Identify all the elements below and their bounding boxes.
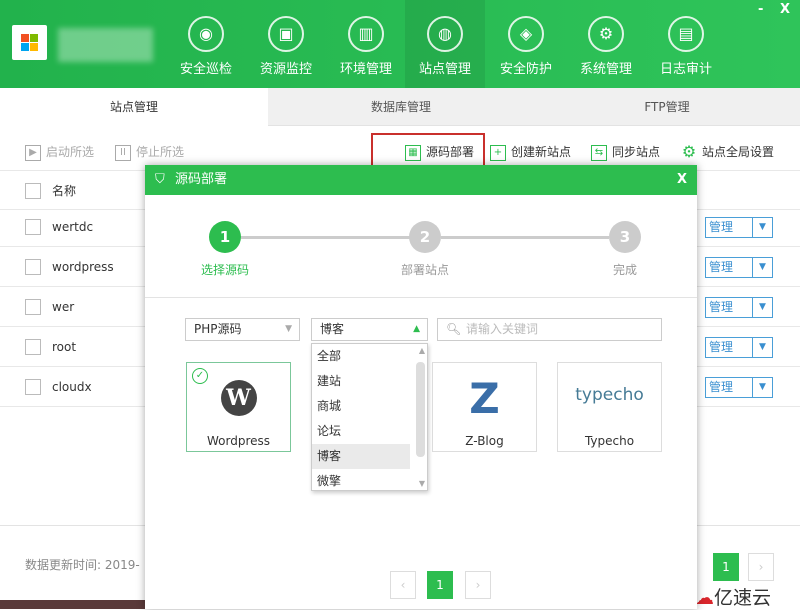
nav-security-inspection[interactable]: ◉ 安全巡检: [166, 0, 246, 88]
play-icon: ▶: [25, 144, 41, 161]
option-weiqing[interactable]: 微擎: [312, 469, 410, 494]
nav-system[interactable]: ⚙ 系统管理: [566, 0, 646, 88]
create-site-button[interactable]: + 创建新站点: [490, 142, 571, 162]
page-1-button[interactable]: 1: [427, 571, 453, 599]
nav-site-management[interactable]: ◍ 站点管理: [405, 0, 485, 88]
cloud-logo-icon: ☁: [695, 587, 714, 609]
chevron-down-icon: ▼: [752, 218, 772, 237]
chevron-down-icon: ▼: [752, 258, 772, 277]
option-blog[interactable]: 博客: [312, 444, 410, 469]
start-selected-button[interactable]: ▶ 启动所选: [25, 142, 94, 162]
zblog-logo-icon: Z: [469, 374, 500, 423]
dialog-close-button[interactable]: X: [677, 165, 687, 195]
plus-icon: +: [490, 144, 506, 161]
option-forum[interactable]: 论坛: [312, 419, 410, 444]
nav-resource-monitor[interactable]: ▣ 资源监控: [246, 0, 326, 88]
document-icon: ▤: [668, 16, 704, 52]
desktop-strip: [0, 600, 145, 609]
shield-icon: ⛉: [155, 172, 165, 187]
nav-environment[interactable]: ▥ 环境管理: [326, 0, 406, 88]
scan-icon: ◉: [188, 16, 224, 52]
step-2: 2 部署站点: [385, 221, 465, 278]
app-card-zblog[interactable]: Z Z-Blog: [432, 362, 537, 452]
stop-selected-button[interactable]: II 停止所选: [115, 142, 184, 162]
option-mall[interactable]: 商城: [312, 394, 410, 419]
row-checkbox[interactable]: [25, 379, 41, 395]
chevron-down-icon: ▼: [752, 378, 772, 397]
step-3: 3 完成: [585, 221, 665, 278]
app-header: ◉ 安全巡检 ▣ 资源监控 ▥ 环境管理 ◍ 站点管理 ◈ 安全防护 ⚙ 系统管理 ▤ 日志审…: [0, 0, 800, 88]
chevron-up-icon: ▲: [413, 324, 420, 334]
monitor-icon: ▣: [268, 16, 304, 52]
prev-page-button[interactable]: ‹: [390, 571, 416, 599]
app-logo: [12, 25, 47, 60]
search-icon: 🔍︎: [446, 322, 462, 336]
step-line: [441, 236, 609, 239]
close-button[interactable]: X: [780, 2, 790, 17]
app-card-wordpress[interactable]: ✓ W Wordpress: [186, 362, 291, 452]
dialog-title: 源码部署: [175, 172, 228, 187]
minimize-button[interactable]: -: [758, 2, 763, 17]
manage-button[interactable]: 管理 ▼: [705, 217, 773, 238]
row-checkbox[interactable]: [25, 259, 41, 275]
page-1-button[interactable]: 1: [713, 553, 739, 581]
settings-monitor-icon: ⚙: [588, 16, 624, 52]
scroll-down-icon: ▼: [418, 479, 425, 488]
next-page-button[interactable]: ›: [748, 553, 774, 581]
check-icon: ✓: [192, 368, 208, 384]
select-all-checkbox[interactable]: [25, 183, 41, 199]
chevron-down-icon: ▼: [752, 298, 772, 317]
pause-icon: II: [115, 144, 131, 161]
row-checkbox[interactable]: [25, 339, 41, 355]
step-1: 1 选择源码: [185, 221, 265, 278]
wordpress-logo-icon: W: [220, 380, 257, 416]
option-site[interactable]: 建站: [312, 369, 410, 394]
tab-site-management[interactable]: 站点管理: [0, 88, 268, 127]
typecho-logo: typecho: [575, 385, 644, 405]
scroll-up-icon: ▲: [418, 346, 425, 355]
option-all[interactable]: 全部: [312, 344, 410, 369]
globe-icon: ◍: [427, 16, 463, 52]
shield-icon: ◈: [508, 16, 544, 52]
category-dropdown: 全部 建站 商城 论坛 博客 微擎 ▲ ▼: [311, 343, 428, 491]
divider: [145, 297, 697, 298]
manage-button[interactable]: 管理 ▼: [705, 337, 773, 358]
dialog-header: ⛉ 源码部署 X: [145, 165, 697, 195]
chevron-down-icon: ▼: [752, 338, 772, 357]
row-checkbox[interactable]: [25, 219, 41, 235]
next-page-button[interactable]: ›: [465, 571, 491, 599]
nav-security-protection[interactable]: ◈ 安全防护: [486, 0, 566, 88]
app-name-blurred: [58, 28, 153, 62]
tab-bar: 站点管理 数据库管理 FTP管理: [0, 88, 800, 127]
source-type-select[interactable]: PHP源码 ▼: [185, 318, 300, 341]
app-card-typecho[interactable]: typecho Typecho: [557, 362, 662, 452]
watermark: ☁亿速云: [695, 587, 772, 609]
category-select[interactable]: 博客 ▲: [311, 318, 428, 341]
scrollbar[interactable]: [416, 362, 425, 457]
nav-log-audit[interactable]: ▤ 日志审计: [646, 0, 726, 88]
manage-button[interactable]: 管理 ▼: [705, 257, 773, 278]
building-icon: ▥: [348, 16, 384, 52]
update-time: 数据更新时间: 2019-: [25, 558, 140, 572]
sync-icon: ⇆: [591, 144, 607, 161]
sync-site-button[interactable]: ⇆ 同步站点: [591, 142, 660, 162]
global-settings-button[interactable]: ⚙ 站点全局设置: [681, 142, 774, 162]
row-checkbox[interactable]: [25, 299, 41, 315]
search-input[interactable]: 🔍︎ 请输入关键词: [437, 318, 662, 341]
tab-ftp[interactable]: FTP管理: [534, 88, 800, 126]
manage-button[interactable]: 管理 ▼: [705, 297, 773, 318]
chevron-down-icon: ▼: [285, 324, 292, 334]
tab-database[interactable]: 数据库管理: [268, 88, 534, 126]
gear-icon: ⚙: [681, 141, 697, 161]
manage-button[interactable]: 管理 ▼: [705, 377, 773, 398]
